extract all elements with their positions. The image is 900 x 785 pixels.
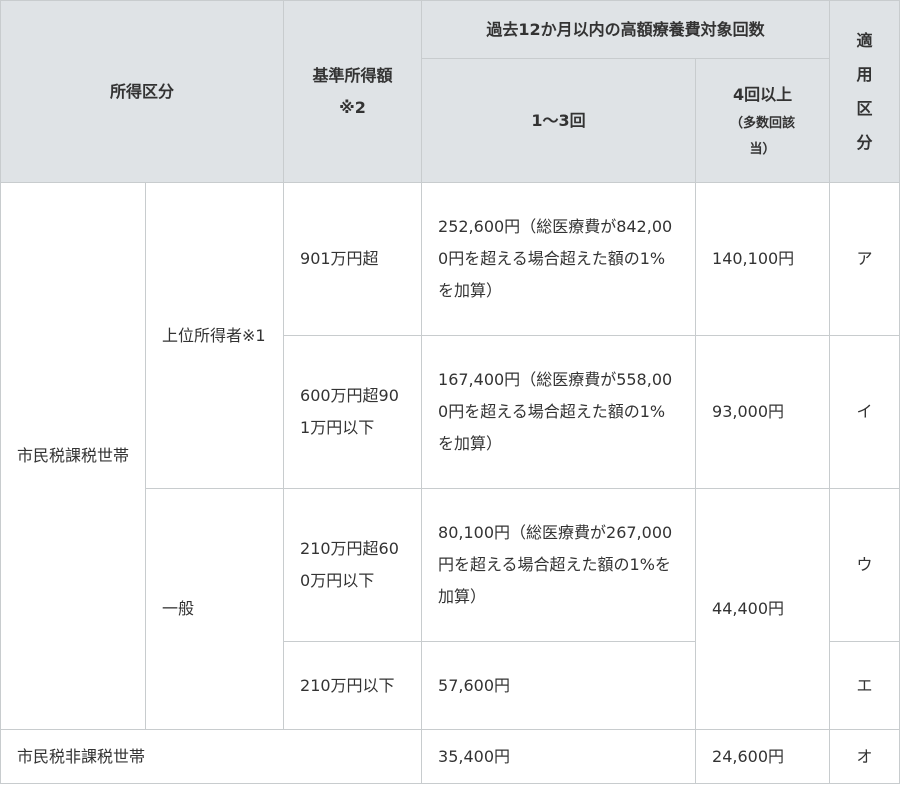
header-base-income-line2: ※2 xyxy=(339,97,366,117)
limit-amount: 167,400円 xyxy=(438,370,521,389)
header-category-char: 分 xyxy=(856,132,873,152)
limit-amount: 80,100円 xyxy=(438,523,511,542)
header-times-1-3: 1～3回 xyxy=(421,58,697,183)
row-label-taxed-household: 市民税課税世帯 xyxy=(0,182,146,730)
header-base-income-line1: 基準所得額 xyxy=(312,65,393,85)
header-base-income: 基準所得額 ※2 xyxy=(283,0,423,183)
header-category-char: 適 xyxy=(856,30,873,50)
header-category-char: 用 xyxy=(856,64,873,84)
limit-amount-cell: 35,400円 xyxy=(421,729,697,784)
header-times-4plus-line1: 4回以上 xyxy=(732,84,793,104)
income-limit-table: 所得区分 基準所得額 ※2 過去12か月以内の高額療養費対象回数 適 用 区 分… xyxy=(0,0,900,784)
header-category: 適 用 区 分 xyxy=(829,0,900,183)
header-times-4plus-line3: 当） xyxy=(749,141,776,157)
multi-times-cell: 140,100円 xyxy=(695,182,831,336)
limit-amount-cell: 167,400円（総医療費が558,000円を超える場合超えた額の1%を加算） xyxy=(421,335,697,489)
multi-times-cell: 93,000円 xyxy=(695,335,831,489)
row-label-upper-income: 上位所得者※1 xyxy=(144,182,285,489)
header-times-4plus-line2: （多数回該 xyxy=(730,115,796,131)
row-label-nontaxed-household: 市民税非課税世帯 xyxy=(0,729,423,784)
limit-amount: 252,600円 xyxy=(438,217,521,236)
limit-amount-cell: 57,600円 xyxy=(421,641,697,730)
row-label-general: 一般 xyxy=(144,488,285,730)
header-category-char: 区 xyxy=(856,98,873,118)
base-income-cell: 901万円超 xyxy=(283,182,423,336)
multi-times-cell: 44,400円 xyxy=(695,488,831,730)
limit-amount-cell: 252,600円（総医療費が842,000円を超える場合超えた額の1%を加算） xyxy=(421,182,697,336)
category-cell: オ xyxy=(829,729,900,784)
base-income-cell: 600万円超901万円以下 xyxy=(283,335,423,489)
multi-times-cell: 24,600円 xyxy=(695,729,831,784)
header-times-group: 過去12か月以内の高額療養費対象回数 xyxy=(421,0,831,59)
header-times-4plus: 4回以上 （多数回該 当） xyxy=(695,58,831,183)
category-cell: ウ xyxy=(829,488,900,642)
base-income-cell: 210万円超600万円以下 xyxy=(283,488,423,642)
header-income-category: 所得区分 xyxy=(0,0,285,183)
limit-amount-cell: 80,100円（総医療費が267,000円を超える場合超えた額の1%を加算） xyxy=(421,488,697,642)
base-income-cell: 210万円以下 xyxy=(283,641,423,730)
category-cell: エ xyxy=(829,641,900,730)
category-cell: イ xyxy=(829,335,900,489)
category-cell: ア xyxy=(829,182,900,336)
